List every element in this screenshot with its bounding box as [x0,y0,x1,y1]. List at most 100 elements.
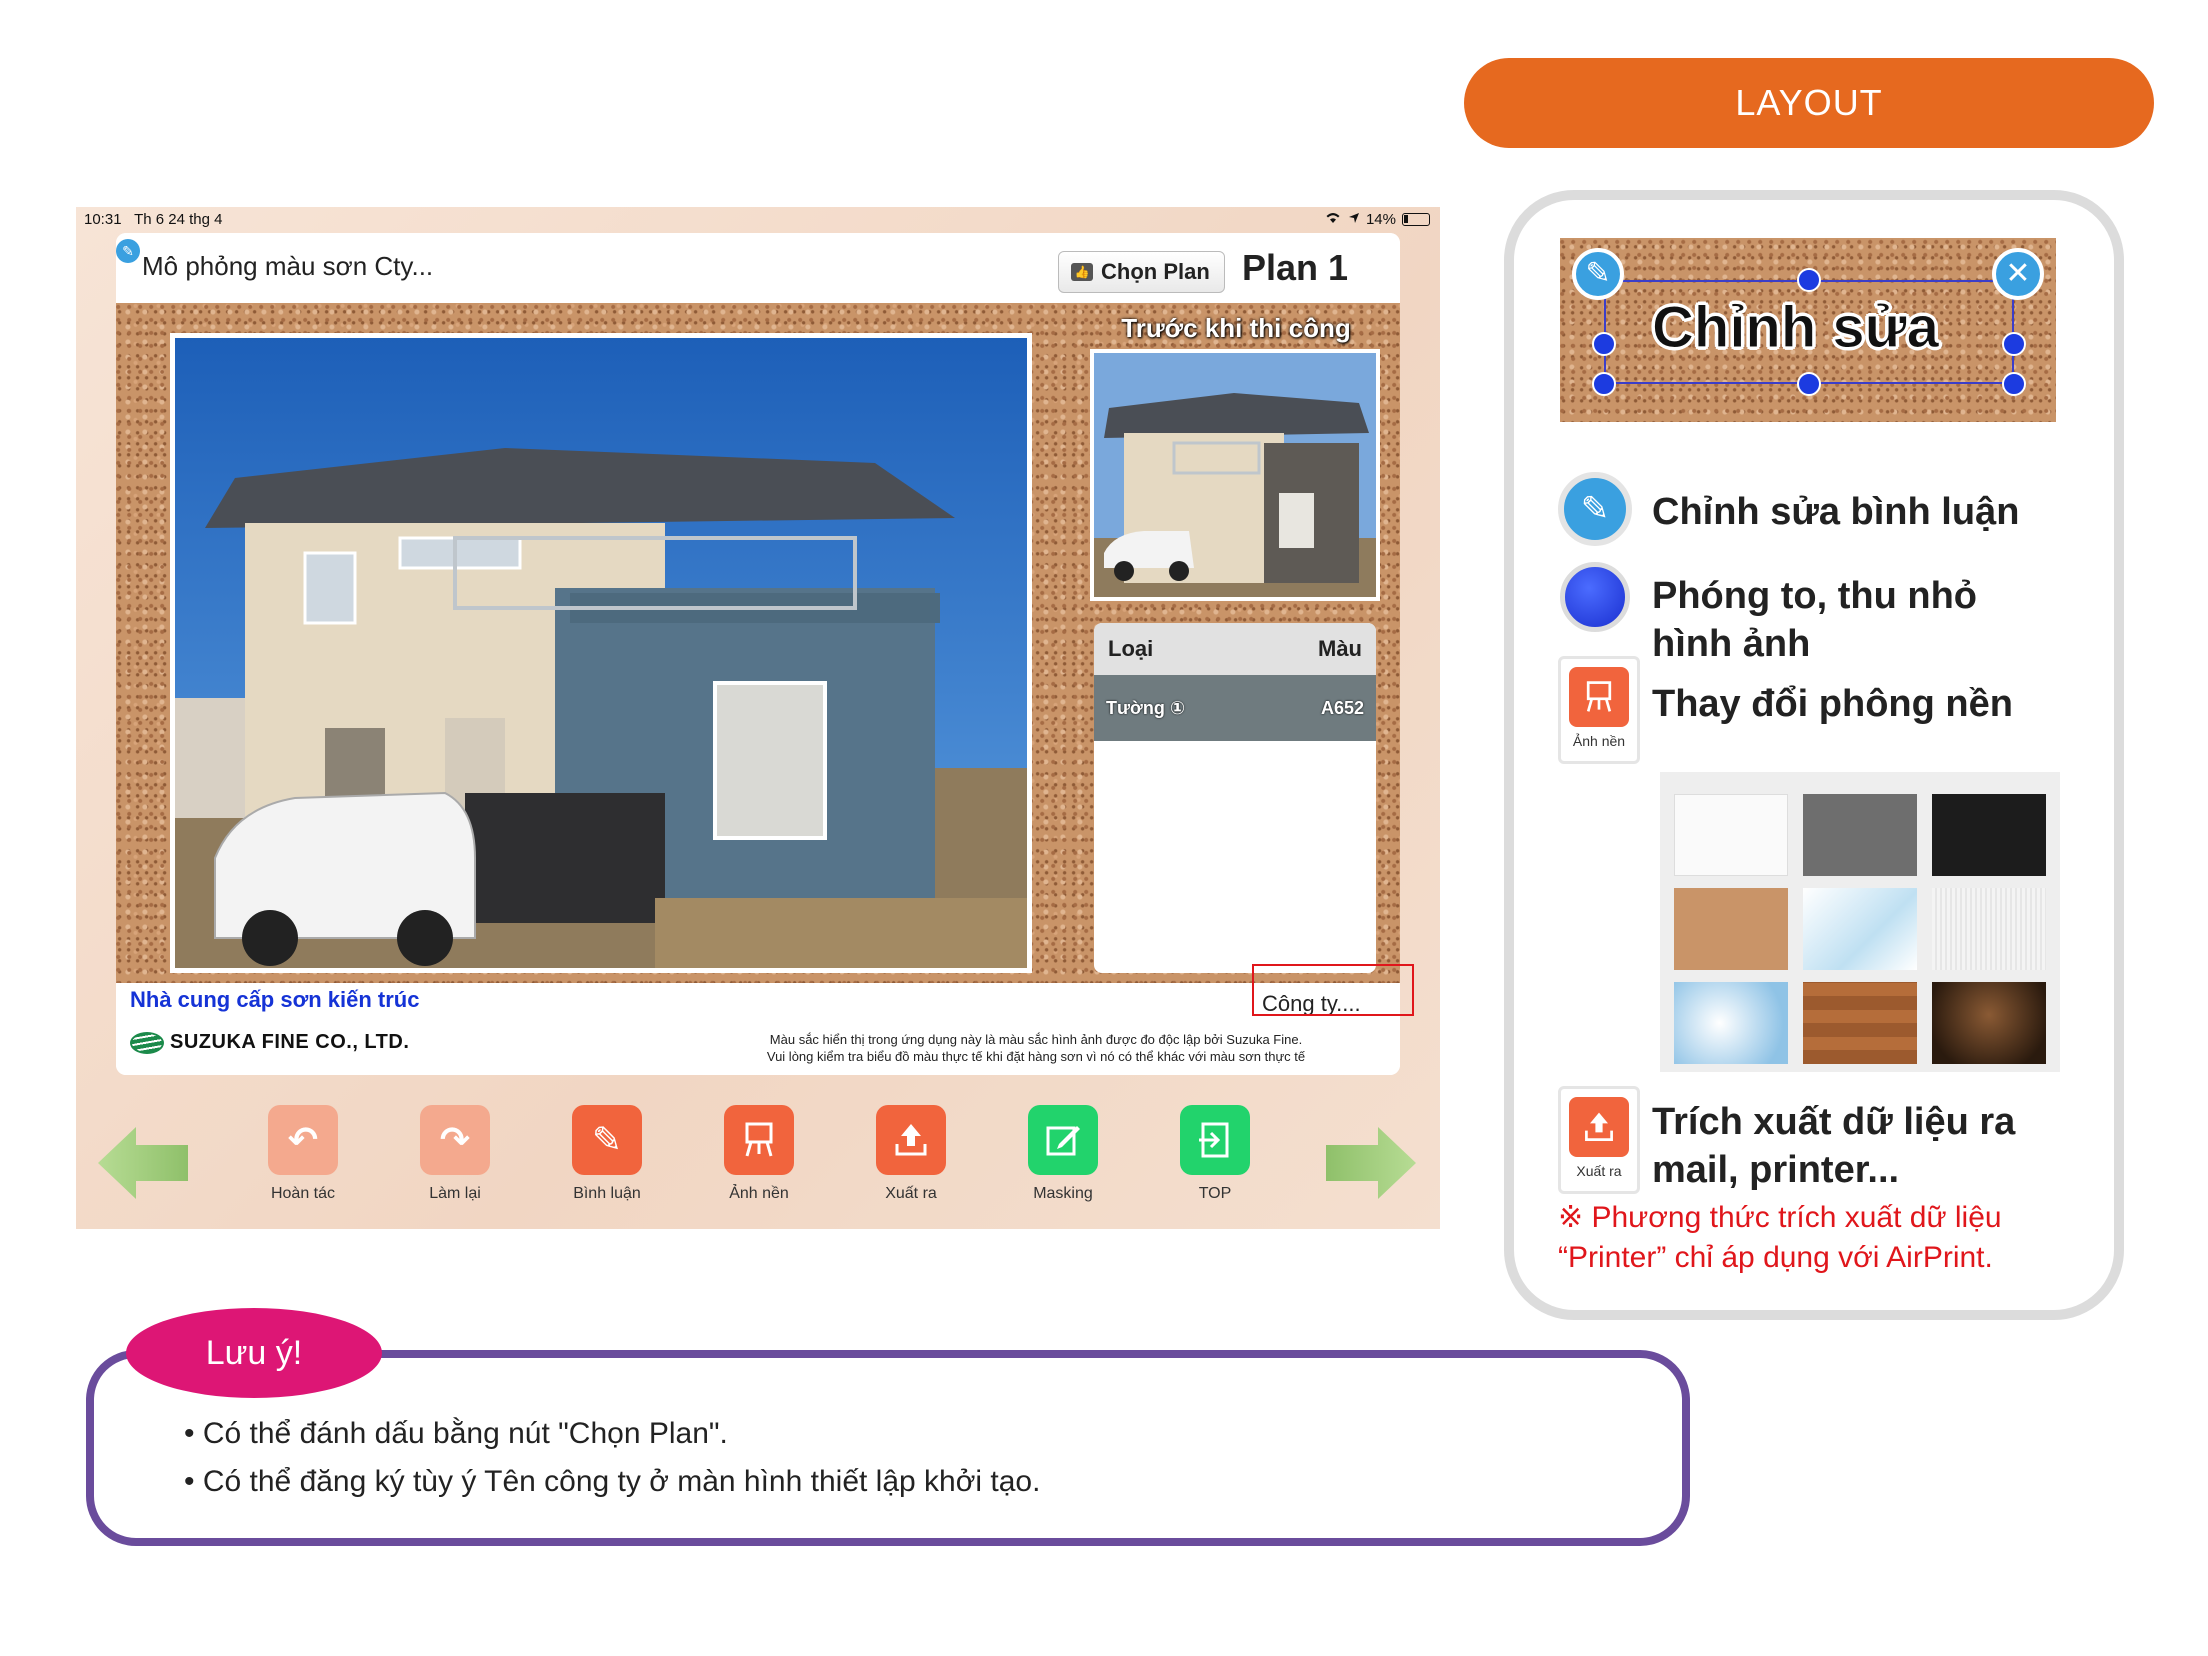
undo-label: Hoàn tác [270,1185,336,1202]
airprint-note-line-1: ※ Phương thức trích xuất dữ liệu [1558,1201,2002,1234]
easel-icon [724,1105,794,1175]
notes-badge: Lưu ý! [126,1308,382,1398]
app-footer: Nhà cung cấp sơn kiến trúc Công ty.... S… [116,983,1400,1075]
exit-icon [1180,1105,1250,1175]
thumbs-up-icon: 👍 [1071,263,1093,281]
export-icon-label: Xuất ra [1576,1163,1622,1179]
export-label: Xuất ra [885,1185,937,1202]
export-line-1: Trích xuất dữ liệu ra [1652,1101,2016,1143]
layout-heading: LAYOUT [1464,58,2154,148]
zoom-line-1: Phóng to, thu nhỏ [1652,575,1978,617]
plan-name: Plan 1 [1242,247,1349,288]
background-option-wood[interactable] [1803,982,1917,1064]
edit-pencil-icon[interactable]: ✎ [1572,248,1624,300]
supplier-label: Nhà cung cấp sơn kiến trúc [130,987,420,1012]
undo-button[interactable]: ↶ Hoàn tác [248,1105,358,1203]
background-option-light-blue-wave[interactable] [1803,888,1917,970]
before-photo-thumbnail[interactable] [1090,349,1380,601]
choose-plan-label: Chọn Plan [1101,259,1210,284]
list-item: Có thể đăng ký tùy ý Tên công ty ở màn h… [184,1458,1041,1506]
suzuka-logo: SUZUKA FINE CO., LTD. [130,1031,409,1054]
export-text: Trích xuất dữ liệu ra mail, printer... [1652,1098,2015,1194]
redo-button[interactable]: ↷ Làm lại [400,1105,510,1203]
background-app-icon: Ảnh nền [1558,656,1640,764]
edit-comment-text: Chỉnh sửa bình luận [1652,491,2020,533]
list-item: Có thể đánh dấu bằng nút "Chọn Plan". [184,1410,1040,1458]
background-option-white[interactable] [1674,794,1788,876]
background-option-white-stripes[interactable] [1932,888,2046,970]
choose-plan-button[interactable]: 👍 Chọn Plan [1058,251,1225,293]
table-row[interactable]: Tường ① A652 [1094,675,1376,741]
disclaimer-line-2: Vui lòng kiểm tra biểu đồ màu thực tế kh… [766,1049,1306,1064]
background-option-black[interactable] [1932,794,2046,876]
house-photo[interactable] [170,333,1032,973]
sample-text: Chỉnh sửa [1652,295,1940,361]
company-name-highlight [1252,964,1414,1016]
background-option-dark-wood[interactable] [1932,982,2046,1064]
background-button[interactable]: Ảnh nền [704,1105,814,1203]
disclaimer: Màu sắc hiển thị trong ứng dụng này là m… [686,1031,1386,1065]
edit-text-sample: Chỉnh sửa ✎ ✕ [1560,238,2056,422]
resize-handle-top[interactable] [1797,268,1821,292]
notes-list: Có thể đánh dấu bằng nút "Chọn Plan". Có… [184,1410,1041,1506]
top-label: TOP [1198,1185,1232,1202]
status-right: 14% [1324,210,1430,228]
resize-handle-bottom-right[interactable] [2002,372,2026,396]
export-icon [876,1105,946,1175]
background-option-sky[interactable] [1674,982,1788,1064]
next-arrow-icon[interactable] [1326,1127,1416,1199]
redo-label: Làm lại [429,1185,481,1202]
export-app-icon: Xuất ra [1558,1086,1640,1194]
close-icon[interactable]: ✕ [1992,248,2044,300]
redo-icon: ↷ [420,1105,490,1175]
resize-handle-left[interactable] [1592,332,1616,356]
edit-square-icon [1028,1105,1098,1175]
export-line-2: mail, printer... [1652,1149,1900,1191]
battery-icon [1402,212,1430,226]
resize-handle-bottom[interactable] [1797,372,1821,396]
background-icon-label: Ảnh nền [1572,733,1626,749]
project-title[interactable]: Mô phỏng màu sơn Cty... [142,251,433,282]
export-button[interactable]: Xuất ra [856,1105,966,1203]
background-option-gray[interactable] [1803,794,1917,876]
masking-button[interactable]: Masking [1008,1105,1118,1203]
simulation-screen: ✎ Mô phỏng màu sơn Cty... 👍 Chọn Plan Pl… [116,233,1400,1075]
resize-handle-right[interactable] [2002,332,2026,356]
easel-icon [1569,667,1629,727]
row-color: A652 [1320,697,1364,718]
resize-handle-bottom-left[interactable] [1592,372,1616,396]
title-bar: ✎ Mô phỏng màu sơn Cty... 👍 Chọn Plan Pl… [116,233,1400,303]
top-button[interactable]: TOP [1160,1105,1270,1203]
undo-icon: ↶ [268,1105,338,1175]
background-option-cork[interactable] [1674,888,1788,970]
row-type: Tường ① [1106,697,1186,718]
airprint-note: ※ Phương thức trích xuất dữ liệu “Printe… [1558,1198,2002,1278]
color-table-header: Loại Màu [1094,623,1376,675]
zoom-line-2: hình ảnh [1652,623,1811,665]
color-table: Loại Màu Tường ① A652 [1094,623,1376,973]
comment-pencil-icon: ✎ [1558,472,1632,546]
app-screenshot: 10:31 Th 6 24 thg 4 14% ✎ Mô phỏng màu s… [76,207,1440,1229]
column-type-header: Loại [1108,636,1154,661]
comment-button[interactable]: ✎ Bình luận [552,1105,662,1203]
edit-title-pencil-icon[interactable]: ✎ [116,239,140,263]
bottom-toolbar: ↶ Hoàn tác ↷ Làm lại ✎ Bình luận Ảnh nền… [76,1087,1440,1217]
previous-arrow-icon[interactable] [98,1127,188,1199]
before-construction-label: Trước khi thi công [1121,313,1351,343]
masking-label: Masking [1033,1185,1093,1202]
battery-percent: 14% [1365,210,1396,228]
suzuka-logo-mark [130,1031,164,1054]
pencil-icon: ✎ [572,1105,642,1175]
status-time: 10:31 Th 6 24 thg 4 [84,211,223,228]
change-background-text: Thay đổi phông nền [1652,683,2013,725]
cork-background: Trước khi thi công Loại Màu Tường ① A652 [116,303,1400,983]
comment-label: Bình luận [573,1185,641,1202]
background-picker [1660,772,2060,1072]
wifi-icon [1324,210,1342,228]
column-color-header: Màu [1318,636,1362,661]
zoom-text: Phóng to, thu nhỏ hình ảnh [1652,572,1977,668]
disclaimer-line-1: Màu sắc hiển thị trong ứng dụng này là m… [769,1032,1303,1047]
logo-text: SUZUKA FINE CO., LTD. [170,1031,410,1053]
location-icon [1348,211,1360,228]
background-label: Ảnh nền [729,1185,789,1202]
